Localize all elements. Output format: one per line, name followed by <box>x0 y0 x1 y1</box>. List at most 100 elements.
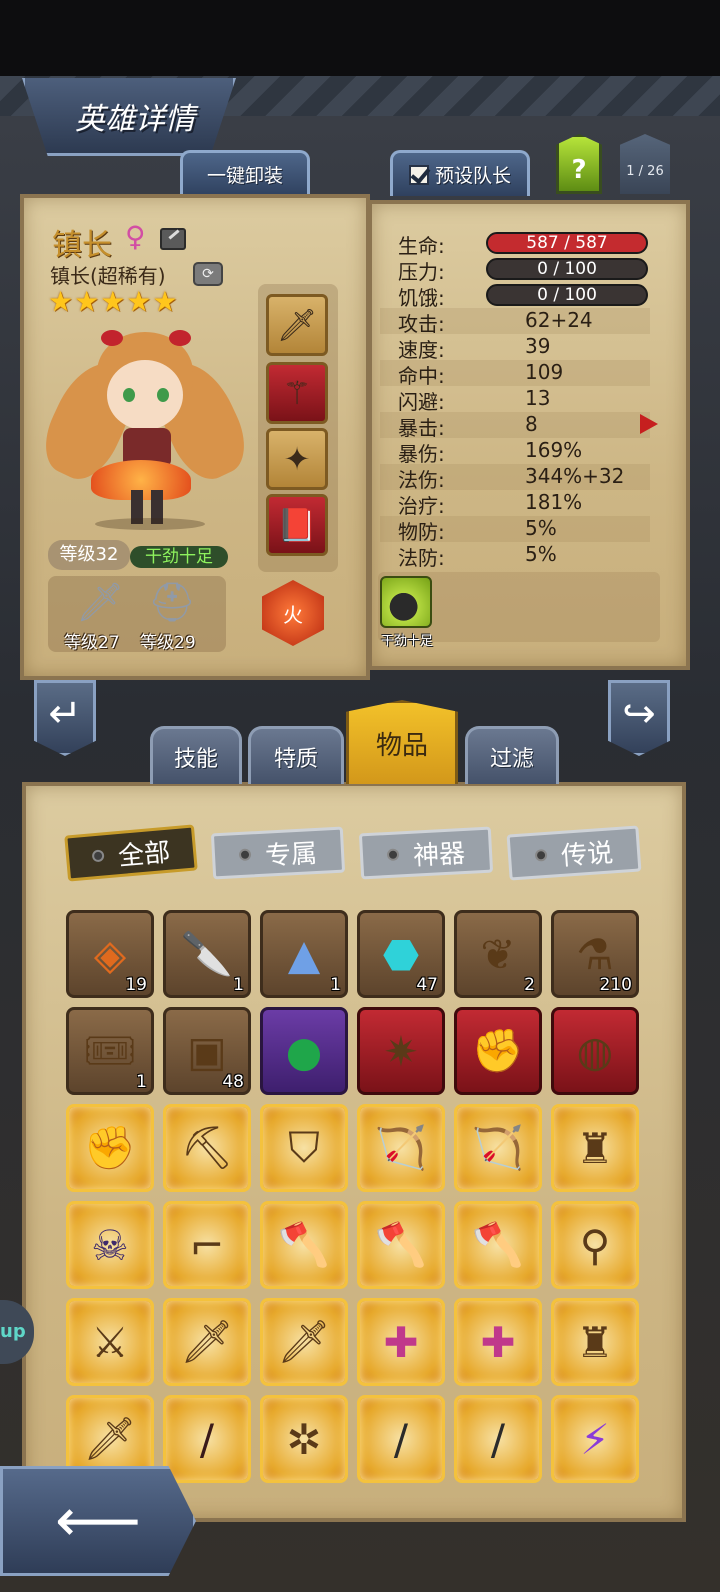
void-blade-icon: ⚡ <box>580 1414 610 1464</box>
inventory-slot[interactable]: ⛉ <box>260 1104 348 1192</box>
inventory-slot[interactable]: ♜ <box>551 1298 639 1386</box>
inventory-slot[interactable]: ⛏ <box>163 1104 251 1192</box>
inventory-slot[interactable]: ● <box>260 1007 348 1095</box>
potion-icon: ⚗ <box>576 929 614 979</box>
motivated-trait-icon[interactable] <box>380 576 432 628</box>
edit-name-icon[interactable] <box>160 228 186 250</box>
pumpkin-ring-icon: ◍ <box>576 1026 614 1076</box>
equip-slot-weapon[interactable]: 🗡 <box>266 294 328 356</box>
category-exclusive-tab[interactable]: 专属 <box>210 826 346 880</box>
stat-row: 速度: 39 <box>380 334 650 362</box>
inventory-slot[interactable]: 🎟 1 <box>66 1007 154 1095</box>
category-artifact-tab[interactable]: 神器 <box>358 826 494 880</box>
inventory-slot[interactable]: 🏹 <box>454 1104 542 1192</box>
inventory-slot[interactable]: 🪓 <box>357 1201 445 1289</box>
stat-row: 治疗: 181% <box>380 490 650 518</box>
stat-label: 压力: <box>398 260 445 284</box>
preset-captain-label: 预设队长 <box>434 165 511 187</box>
stress-value: 0 / 100 <box>537 259 597 279</box>
inventory-slot[interactable]: ⚲ <box>551 1201 639 1289</box>
armor-level: 等级29 <box>140 633 196 653</box>
hero-level: 等级32 <box>48 540 130 570</box>
stat-row: 命中: 109 <box>380 360 650 388</box>
inventory-slot[interactable]: ♜ <box>551 1104 639 1192</box>
stat-value: 169% <box>525 438 583 462</box>
inventory-slot[interactable]: ✷ <box>357 1007 445 1095</box>
inventory-slot[interactable]: ▲ 1 <box>260 910 348 998</box>
hunger-bar: 0 / 100 <box>486 284 648 306</box>
expand-stats-arrow-icon[interactable] <box>640 414 658 434</box>
inventory-slot[interactable]: ◍ <box>551 1007 639 1095</box>
next-hero-button[interactable]: ↪ <box>608 680 670 756</box>
stat-hunger: 饥饿: 0 / 100 <box>380 282 650 310</box>
stat-row: 法伤: 344%+32 <box>380 464 650 492</box>
stat-row: 暴伤: 169% <box>380 438 650 466</box>
category-legend-tab[interactable]: 传说 <box>506 825 642 881</box>
hero-star-rating: ★★★★★ <box>48 285 179 318</box>
stat-value: 5% <box>525 542 557 566</box>
stat-label: 闪避: <box>398 390 445 414</box>
help-button[interactable]: ? <box>556 134 602 194</box>
orb-staff-icon: ⚲ <box>579 1220 611 1270</box>
inventory-slot[interactable]: 🗡 <box>163 1298 251 1386</box>
inventory-slot[interactable]: ❦ 2 <box>454 910 542 998</box>
inventory-slot[interactable]: ⚗ 210 <box>551 910 639 998</box>
stat-value: 13 <box>525 386 551 410</box>
item-count: 1 <box>330 975 341 995</box>
hero-name: 镇长 <box>52 228 112 263</box>
essence-stone-icon: ⬣ <box>382 929 420 979</box>
inventory-slot[interactable]: 🪓 <box>454 1201 542 1289</box>
inventory-slot[interactable]: / <box>357 1395 445 1483</box>
stat-hp: 生命: 587 / 587 <box>380 230 650 258</box>
stat-label: 治疗: <box>398 494 445 518</box>
inventory-slot[interactable]: ✚ <box>357 1298 445 1386</box>
unequip-all-button[interactable]: 一键卸装 <box>180 150 310 196</box>
inventory-slot[interactable]: 🏹 <box>357 1104 445 1192</box>
tab-traits[interactable]: 特质 <box>248 726 344 784</box>
dark-gauntlet-icon: ✊ <box>83 1123 137 1172</box>
stat-label: 命中: <box>398 364 445 388</box>
item-count: 1 <box>233 975 244 995</box>
tab-items[interactable]: 物品 <box>346 700 458 784</box>
hero-mood: 干劲十足 <box>130 546 228 568</box>
ticket-icon: 🎟 <box>83 1026 137 1075</box>
hero-page-counter: 1 / 26 <box>620 134 670 194</box>
tab-filter[interactable]: 过滤 <box>465 726 559 784</box>
inventory-slot[interactable]: ✲ <box>260 1395 348 1483</box>
shield-icon: ⛉ <box>288 1123 320 1172</box>
stat-label: 暴击: <box>398 416 445 440</box>
hunger-value: 0 / 100 <box>537 285 597 305</box>
inventory-slot[interactable]: 🗡 <box>260 1298 348 1386</box>
inventory-slot[interactable]: ⬣ 47 <box>357 910 445 998</box>
spiked-armor-icon: ♜ <box>576 1317 614 1367</box>
trait-label: 干劲十足 <box>380 634 433 649</box>
inventory-slot[interactable]: 🪓 <box>260 1201 348 1289</box>
swap-class-icon[interactable]: ⟳ <box>193 262 223 286</box>
female-icon: ♀ <box>125 220 146 253</box>
hp-bar: 587 / 587 <box>486 232 648 254</box>
inventory-slot[interactable]: / <box>163 1395 251 1483</box>
checkbox-checked-icon[interactable] <box>408 164 429 185</box>
inventory-slot[interactable]: / <box>454 1395 542 1483</box>
back-button[interactable]: ⟵ <box>0 1466 196 1576</box>
inventory-slot[interactable]: ◈ 19 <box>66 910 154 998</box>
inventory-slot[interactable]: 🔪 1 <box>163 910 251 998</box>
inventory-slot[interactable]: ⚔ <box>66 1298 154 1386</box>
weapon-level: 等级27 <box>64 633 120 653</box>
inventory-slot[interactable]: ✊ <box>66 1104 154 1192</box>
equip-slot-accessory[interactable]: ✦ <box>266 428 328 490</box>
previous-hero-button[interactable]: ↵ <box>34 680 96 756</box>
stat-stress: 压力: 0 / 100 <box>380 256 650 284</box>
inventory-slot[interactable]: ✚ <box>454 1298 542 1386</box>
preset-captain-toggle[interactable]: 预设队长 <box>390 150 530 196</box>
radio-dot-icon <box>386 848 400 862</box>
inventory-slot[interactable]: ⌐ <box>163 1201 251 1289</box>
inventory-slot[interactable]: ✊ <box>454 1007 542 1095</box>
inventory-slot[interactable]: ▣ 48 <box>163 1007 251 1095</box>
equip-slot-relic[interactable]: 📕 <box>266 494 328 556</box>
tab-skills[interactable]: 技能 <box>150 726 242 784</box>
staff-icon: / <box>393 1414 409 1464</box>
inventory-slot[interactable]: ☠ <box>66 1201 154 1289</box>
equip-slot-offhand[interactable]: ⚚ <box>266 362 328 424</box>
inventory-slot[interactable]: ⚡ <box>551 1395 639 1483</box>
